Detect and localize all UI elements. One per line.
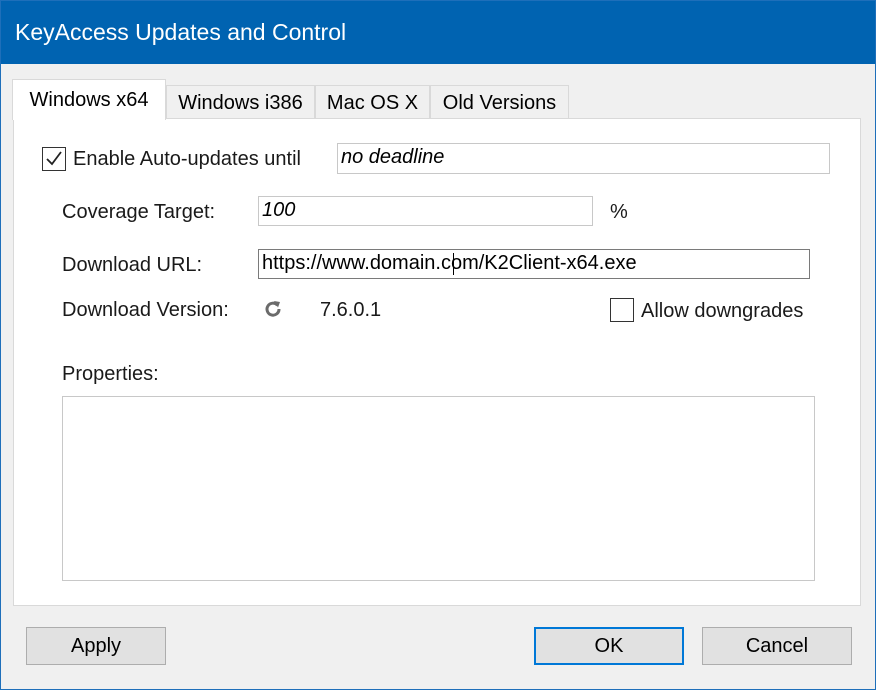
tab-label: Windows x64	[29, 89, 149, 111]
text-caret	[453, 253, 454, 275]
coverage-unit: %	[610, 201, 628, 223]
tab-label: Windows i386	[178, 92, 303, 114]
dialog-window: KeyAccess Updates and Control Windows x6…	[0, 0, 876, 690]
version-label: Download Version:	[62, 299, 229, 321]
properties-label: Properties:	[62, 363, 159, 385]
tab-label: Mac OS X	[326, 92, 419, 114]
auto-update-label[interactable]: Enable Auto-updates until	[73, 148, 301, 171]
coverage-label: Coverage Target:	[62, 201, 216, 223]
cancel-button[interactable]: Cancel	[702, 627, 852, 665]
tab-mac-os-x[interactable]: Mac OS X	[315, 85, 430, 119]
window-title: KeyAccess Updates and Control	[15, 19, 347, 45]
url-field[interactable]: https://www.domain.com/K2Client-x64.exe	[258, 249, 810, 279]
auto-update-checkbox[interactable]	[42, 147, 66, 171]
refresh-icon[interactable]	[263, 299, 283, 324]
allow-downgrades-label[interactable]: Allow downgrades	[641, 300, 803, 323]
version-value: 7.6.0.1	[320, 299, 382, 321]
allow-downgrades-checkbox[interactable]	[610, 298, 634, 322]
checkmark-icon	[46, 151, 62, 166]
tab-label: Old Versions	[442, 92, 557, 114]
tab-old-versions[interactable]: Old Versions	[430, 85, 569, 119]
coverage-field[interactable]: 100	[258, 196, 593, 226]
tab-windows-x64[interactable]: Windows x64	[12, 79, 166, 120]
deadline-field[interactable]: no deadline	[337, 143, 830, 174]
apply-button[interactable]: Apply	[26, 627, 166, 665]
url-label: Download URL:	[62, 254, 203, 276]
properties-textarea[interactable]	[62, 396, 815, 581]
title-bar[interactable]: KeyAccess Updates and Control	[1, 1, 875, 64]
ok-button[interactable]: OK	[534, 627, 684, 665]
tab-windows-i386[interactable]: Windows i386	[166, 85, 315, 119]
